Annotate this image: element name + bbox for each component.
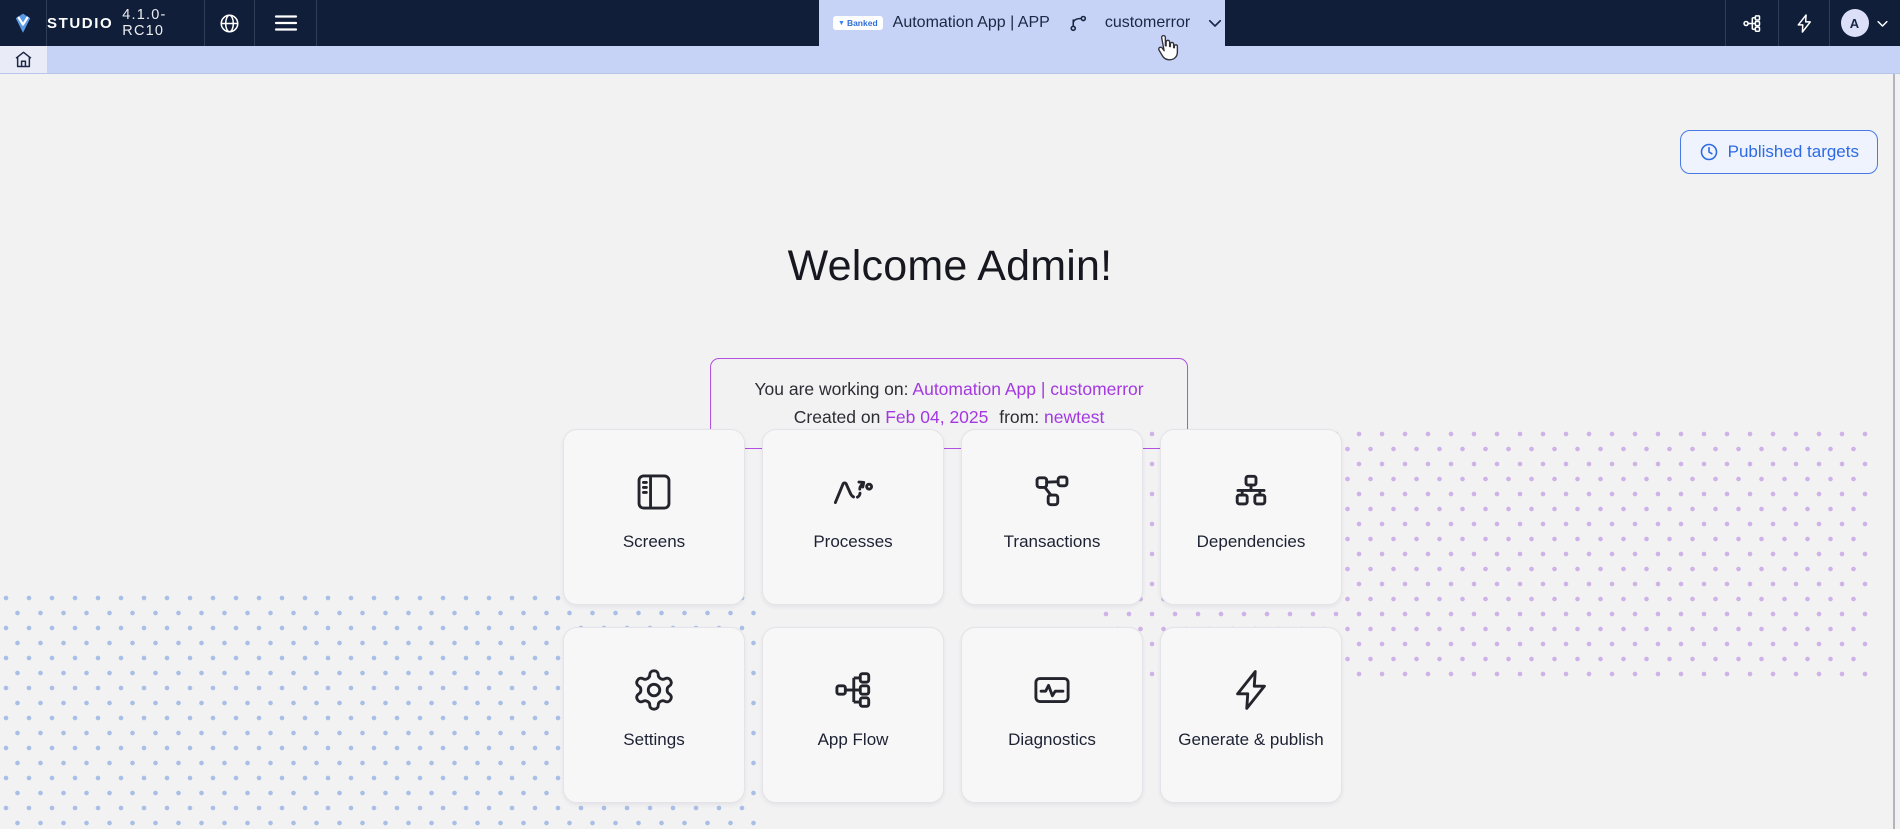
created-line: Created on Feb 04, 2025 from: newtest	[721, 403, 1177, 431]
language-globe-button[interactable]	[205, 0, 255, 46]
navigation-card-grid: Screens Processes Transactions Dependenc…	[563, 429, 1342, 803]
published-targets-button[interactable]: Published targets	[1679, 130, 1878, 174]
app-flow-nav-button[interactable]	[1725, 0, 1778, 46]
card-dependencies[interactable]: Dependencies	[1160, 429, 1342, 605]
card-label: Transactions	[1003, 531, 1101, 551]
card-label: Dependencies	[1196, 531, 1306, 551]
user-chevron-down-icon	[1875, 16, 1890, 31]
top-bar: STUDIO 4.1.0-RC10 ▼ Banked Automation Ap…	[0, 0, 1900, 46]
from-branch-link[interactable]: newtest	[1044, 407, 1104, 427]
main-menu-button[interactable]	[255, 0, 317, 46]
card-generate-publish[interactable]: Generate & publish	[1160, 627, 1342, 803]
card-label: Generate & publish	[1178, 729, 1324, 749]
created-prefix: Created on	[793, 407, 881, 427]
from-prefix: from:	[999, 407, 1040, 427]
avatar: A	[1840, 9, 1869, 37]
brand-name: STUDIO	[47, 14, 114, 32]
published-targets-label: Published targets	[1727, 142, 1859, 161]
scrollbar[interactable]	[1893, 74, 1895, 829]
brand-logo-icon	[11, 11, 35, 35]
generate-publish-icon	[1228, 667, 1274, 713]
home-button[interactable]	[0, 46, 47, 73]
hamburger-icon	[274, 13, 298, 33]
card-settings[interactable]: Settings	[563, 627, 745, 803]
page-title: Welcome Admin!	[787, 242, 1113, 290]
clock-icon	[1699, 142, 1719, 162]
active-app-tab[interactable]: ▼ Banked Automation App | APP customerro…	[819, 0, 1225, 46]
working-on-line: You are working on: Automation App | cus…	[721, 375, 1177, 403]
flow-hierarchy-icon	[1741, 12, 1764, 35]
app-tab-title: Automation App | APP	[892, 14, 1050, 31]
globe-icon	[218, 12, 241, 35]
badge-logo-icon: ▼	[838, 19, 845, 27]
card-label: Processes	[813, 531, 893, 551]
git-branch-icon	[1068, 13, 1089, 34]
user-menu[interactable]: A	[1829, 0, 1900, 46]
created-date: Feb 04, 2025	[885, 407, 989, 427]
branch-name: customerror	[1104, 14, 1191, 31]
lightning-bolt-icon	[1794, 13, 1815, 34]
dependencies-icon	[1228, 469, 1274, 515]
app-flow-icon	[830, 667, 876, 713]
card-label: Screens	[622, 531, 686, 551]
quick-actions-button[interactable]	[1778, 0, 1829, 46]
tab-chevron-down-icon[interactable]	[1206, 14, 1224, 32]
app-status-badge: ▼ Banked	[833, 16, 883, 30]
home-page: Published targets Welcome Admin! You are…	[0, 74, 1900, 829]
card-diagnostics[interactable]: Diagnostics	[961, 627, 1143, 803]
transactions-icon	[1029, 469, 1075, 515]
app-logo[interactable]	[0, 0, 47, 46]
working-app-link[interactable]: Automation App | customerror	[912, 379, 1143, 399]
diagnostics-icon	[1029, 667, 1075, 713]
screens-icon	[631, 469, 677, 515]
card-screens[interactable]: Screens	[563, 429, 745, 605]
card-label: Diagnostics	[1008, 729, 1096, 749]
settings-icon	[631, 667, 677, 713]
home-icon	[13, 49, 34, 70]
card-label: Settings	[623, 729, 685, 749]
breadcrumb-bar	[0, 46, 1900, 74]
card-transactions[interactable]: Transactions	[961, 429, 1143, 605]
card-app-flow[interactable]: App Flow	[762, 627, 944, 803]
card-processes[interactable]: Processes	[762, 429, 944, 605]
processes-icon	[830, 469, 876, 515]
working-prefix: You are working on:	[754, 379, 909, 399]
brand-version: 4.1.0-RC10	[122, 7, 167, 39]
badge-label: Banked	[846, 18, 878, 28]
brand-title: STUDIO 4.1.0-RC10	[47, 0, 205, 46]
topbar-right-cluster: A	[1725, 0, 1900, 46]
card-label: App Flow	[817, 729, 889, 749]
